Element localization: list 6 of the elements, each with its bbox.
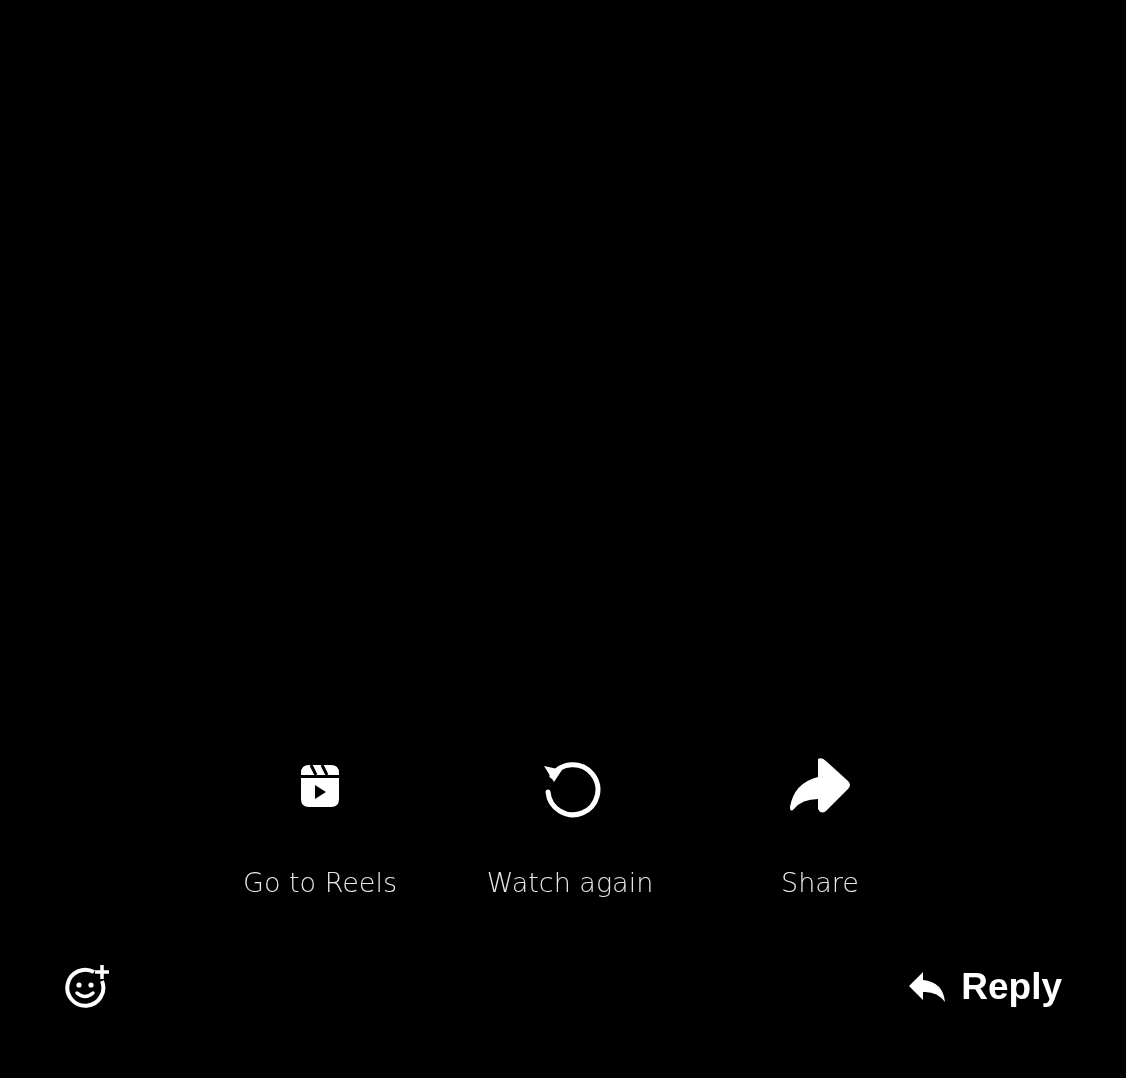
reply-button[interactable]: Reply [907,966,1062,1008]
action-button[interactable]: Go to Reels [242,867,398,898]
action-button[interactable]: Watch again [486,867,654,898]
share-icon [788,757,852,815]
reply-icon [907,970,948,1004]
action-button[interactable]: Share [781,867,859,898]
